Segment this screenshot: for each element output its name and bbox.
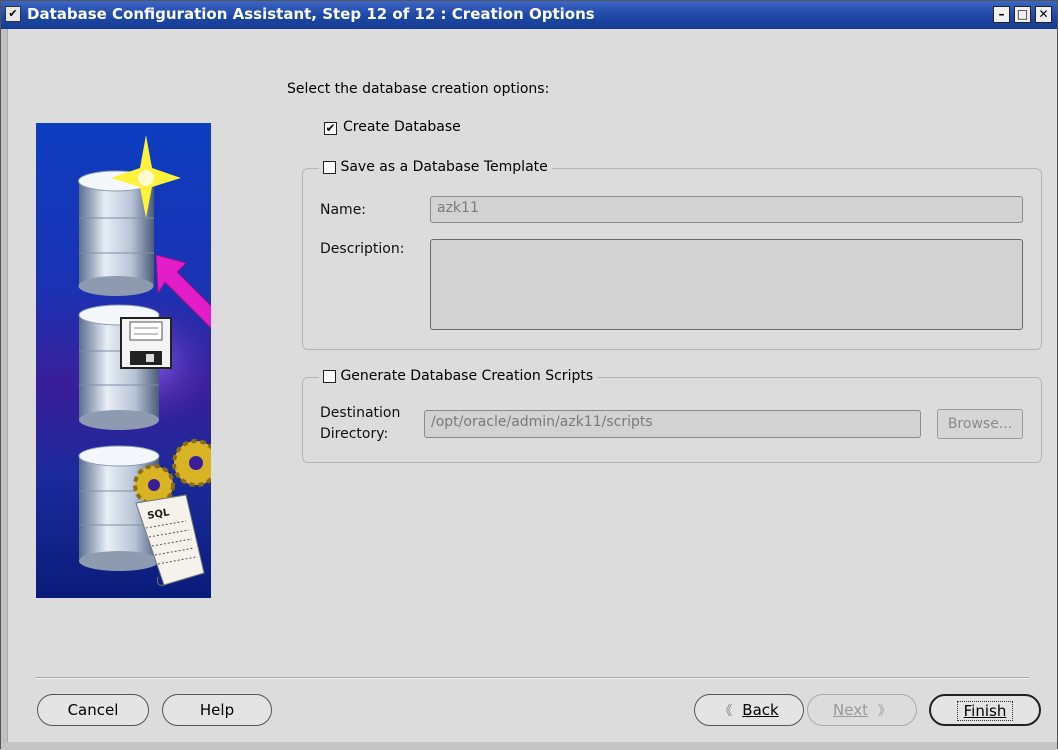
wizard-illustration: SQL bbox=[36, 123, 211, 598]
title-bar[interactable]: ✔ Database Configuration Assistant, Step… bbox=[1, 1, 1057, 29]
minimize-icon[interactable]: – bbox=[993, 6, 1010, 23]
dialog-window: ✔ Database Configuration Assistant, Step… bbox=[0, 0, 1058, 750]
help-button[interactable]: Help bbox=[162, 694, 272, 726]
template-description-textarea[interactable] bbox=[430, 239, 1023, 330]
footer-separator bbox=[36, 677, 1029, 679]
generate-scripts-legend: Generate Database Creation Scripts bbox=[319, 368, 598, 384]
next-button[interactable]: Next 》 bbox=[807, 694, 917, 726]
destination-directory-input[interactable]: /opt/oracle/admin/azk11/scripts bbox=[424, 410, 921, 438]
destination-label-line1: Destination bbox=[320, 405, 401, 421]
destination-label-line2: Directory: bbox=[320, 426, 389, 442]
next-arrow-icon: 》 bbox=[877, 704, 891, 719]
generate-scripts-checkbox[interactable] bbox=[323, 369, 336, 383]
browse-button[interactable]: Browse... bbox=[937, 409, 1023, 439]
database-illustration-icon: SQL bbox=[66, 135, 211, 586]
page-prompt: Select the database creation options: bbox=[287, 81, 550, 97]
floppy-disk-icon bbox=[120, 317, 172, 369]
window-title: Database Configuration Assistant, Step 1… bbox=[27, 5, 595, 23]
finish-button[interactable]: Finish bbox=[929, 694, 1041, 726]
template-name-label: Name: bbox=[320, 202, 367, 218]
create-database-label[interactable]: Create Database bbox=[343, 119, 461, 135]
back-arrow-icon: 《 bbox=[719, 704, 733, 719]
cancel-button[interactable]: Cancel bbox=[37, 694, 149, 726]
maximize-icon[interactable]: □ bbox=[1014, 6, 1031, 23]
window-menu-icon[interactable]: ✔ bbox=[5, 6, 21, 22]
save-template-legend: Save as a Database Template bbox=[319, 159, 552, 175]
generate-scripts-label[interactable]: Generate Database Creation Scripts bbox=[340, 368, 593, 384]
save-template-checkbox[interactable] bbox=[323, 160, 336, 174]
create-database-checkbox[interactable]: ✔ bbox=[324, 122, 337, 135]
back-label: Back bbox=[742, 701, 779, 719]
close-icon[interactable]: ✕ bbox=[1035, 6, 1052, 23]
template-name-input[interactable]: azk11 bbox=[430, 196, 1023, 223]
save-template-label[interactable]: Save as a Database Template bbox=[340, 159, 547, 175]
template-description-label: Description: bbox=[320, 241, 405, 257]
left-border bbox=[1, 29, 8, 750]
next-label: Next bbox=[833, 701, 868, 719]
back-button[interactable]: 《 Back bbox=[694, 694, 804, 726]
finish-label: Finish bbox=[956, 701, 1014, 721]
